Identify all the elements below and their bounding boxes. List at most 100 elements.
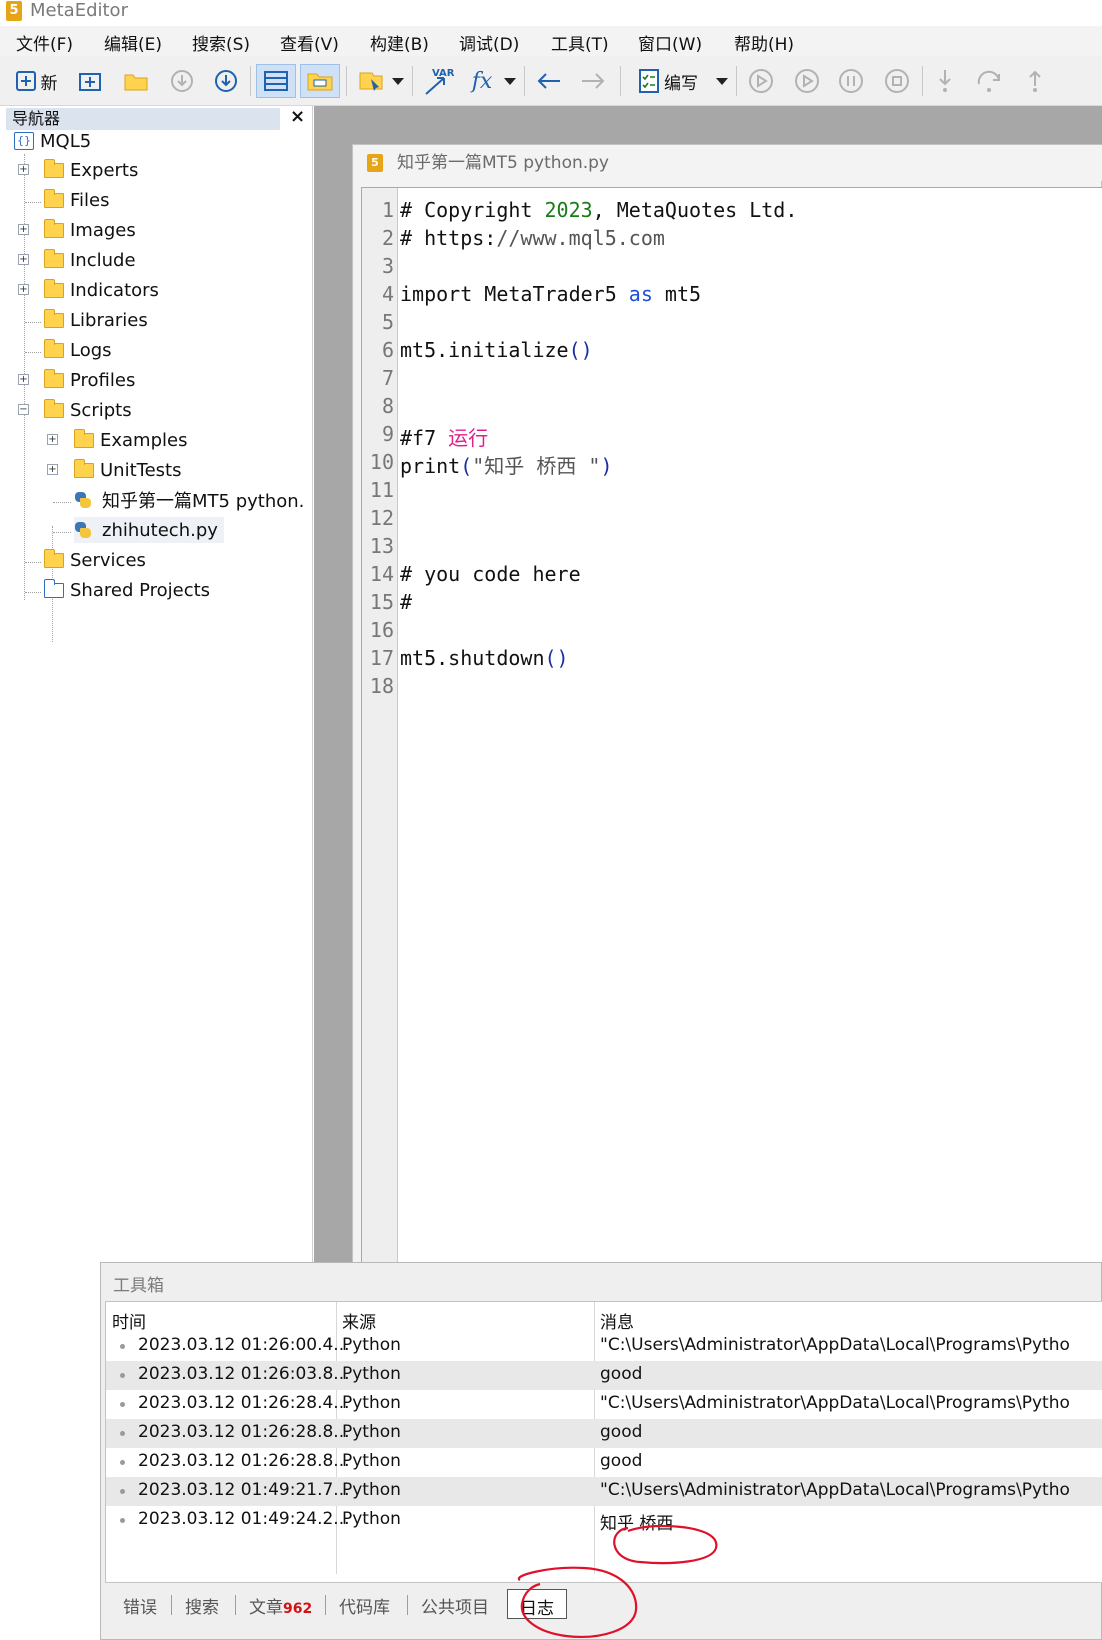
toolbar-separator xyxy=(250,66,251,96)
expand-icon[interactable]: + xyxy=(47,464,58,475)
tab-search[interactable]: 搜索 xyxy=(185,1593,219,1618)
function-dropdown-caret[interactable] xyxy=(504,78,516,85)
toolbox-toggle-button[interactable] xyxy=(300,64,340,98)
tree-guide xyxy=(25,322,41,323)
styler-dropdown-caret[interactable] xyxy=(392,78,404,85)
download-button[interactable] xyxy=(166,64,198,98)
menu-file[interactable]: 文件(F) xyxy=(16,30,73,55)
navigator-toggle-button[interactable] xyxy=(256,64,296,98)
tab-errors[interactable]: 错误 xyxy=(123,1593,157,1618)
tree-item-indicators[interactable]: Indicators xyxy=(44,277,159,303)
styler-icon xyxy=(359,72,383,91)
start-debug-button[interactable] xyxy=(790,64,824,98)
folder-icon xyxy=(44,368,64,388)
menu-window[interactable]: 窗口(W) xyxy=(638,30,702,55)
step-into-button[interactable] xyxy=(930,64,960,98)
column-header-time[interactable]: 时间 xyxy=(112,1308,146,1333)
tree-item-zhihu-script[interactable]: 知乎第一篇MT5 python. xyxy=(74,487,304,513)
table-row[interactable]: 2023.03.12 01:26:28.8... Python good xyxy=(106,1419,1102,1448)
tree-guide xyxy=(25,202,41,203)
tree-label: Images xyxy=(70,219,136,241)
line-number: 17 xyxy=(369,646,394,670)
tree-item-libraries[interactable]: Libraries xyxy=(44,307,148,333)
navigator-close-icon[interactable]: × xyxy=(290,106,305,127)
menu-tools[interactable]: 工具(T) xyxy=(551,30,609,55)
table-row[interactable]: 2023.03.12 01:26:28.8... Python good xyxy=(106,1448,1102,1477)
expand-icon[interactable]: + xyxy=(47,434,58,445)
log-source: Python xyxy=(342,1335,401,1355)
code-token: () xyxy=(544,646,569,670)
log-source: Python xyxy=(342,1393,401,1413)
navigate-back-button[interactable] xyxy=(532,64,566,98)
step-out-button[interactable] xyxy=(1020,64,1050,98)
code-editor[interactable]: 1 2 3 4 5 6 7 8 9 10 11 12 13 14 15 16 1… xyxy=(361,187,1102,1265)
insert-function-button[interactable]: fx xyxy=(464,64,500,98)
line-number: 9 xyxy=(381,422,394,446)
insert-variable-button[interactable]: VAR xyxy=(420,64,456,98)
tab-articles[interactable]: 文章962 xyxy=(249,1593,312,1618)
log-time: 2023.03.12 01:49:21.7... xyxy=(138,1480,350,1500)
expand-icon[interactable]: + xyxy=(18,374,29,385)
tree-item-shared-projects[interactable]: Shared Projects xyxy=(44,577,210,603)
column-header-message[interactable]: 消息 xyxy=(600,1308,634,1333)
table-row[interactable]: 2023.03.12 01:26:28.4... Python "C:\Users\… xyxy=(106,1390,1102,1419)
navigate-forward-button[interactable] xyxy=(576,64,610,98)
menu-build[interactable]: 构建(B) xyxy=(370,30,429,55)
compile-dropdown-caret[interactable] xyxy=(716,78,728,85)
table-row[interactable]: 2023.03.12 01:49:21.7... Python "C:\Users\… xyxy=(106,1477,1102,1506)
line-number: 14 xyxy=(369,562,394,586)
table-row[interactable]: 2023.03.12 01:26:00.4... Python "C:\Users\… xyxy=(106,1332,1102,1361)
tree-item-profiles[interactable]: Profiles xyxy=(44,367,135,393)
tree-item-images[interactable]: Images xyxy=(44,217,136,243)
tree-item-zhihutech[interactable]: zhihutech.py xyxy=(74,517,224,543)
tab-public-projects[interactable]: 公共项目 xyxy=(421,1593,489,1618)
log-message: good xyxy=(600,1451,643,1471)
expand-icon[interactable]: + xyxy=(18,254,29,265)
line-number: 11 xyxy=(369,478,394,502)
tree-item-services[interactable]: Services xyxy=(44,547,146,573)
step-over-button[interactable] xyxy=(972,64,1006,98)
tree-item-experts[interactable]: Experts xyxy=(44,157,138,183)
expand-icon[interactable]: + xyxy=(18,284,29,295)
title-bar: 5 MetaEditor xyxy=(0,0,1102,26)
expand-icon[interactable]: + xyxy=(18,224,29,235)
tree-item-examples[interactable]: Examples xyxy=(74,427,187,453)
tree-item-logs[interactable]: Logs xyxy=(44,337,112,363)
log-time: 2023.03.12 01:49:24.2... xyxy=(138,1509,350,1529)
tree-item-include[interactable]: Include xyxy=(44,247,136,273)
compile-label: 编写 xyxy=(664,73,698,94)
new-project-button[interactable] xyxy=(74,64,106,98)
menu-view[interactable]: 查看(V) xyxy=(280,30,339,55)
tab-articles-label: 文章 xyxy=(249,1598,283,1618)
download-all-button[interactable] xyxy=(210,64,242,98)
start-history-button[interactable] xyxy=(744,64,778,98)
styler-button[interactable] xyxy=(354,64,388,98)
open-button[interactable] xyxy=(120,64,152,98)
tree-item-unittests[interactable]: UnitTests xyxy=(74,457,181,483)
log-source: Python xyxy=(342,1364,401,1384)
editor-tab-title[interactable]: 5 知乎第一篇MT5 python.py xyxy=(353,145,1102,181)
menu-debug[interactable]: 调试(D) xyxy=(459,30,519,55)
line-number: 13 xyxy=(369,534,394,558)
collapse-icon[interactable]: − xyxy=(18,404,29,415)
folder-icon xyxy=(44,278,64,298)
new-file-button[interactable]: 新 xyxy=(8,64,64,98)
metaeditor-file-icon: 5 xyxy=(367,154,383,172)
stop-button[interactable] xyxy=(880,64,914,98)
table-row[interactable]: 2023.03.12 01:49:24.2... Python 知乎 桥西 xyxy=(106,1506,1102,1535)
tab-separator xyxy=(171,1595,172,1615)
menu-search[interactable]: 搜索(S) xyxy=(192,30,250,55)
compile-button[interactable]: 编写 xyxy=(630,64,706,98)
pause-button[interactable] xyxy=(834,64,868,98)
expand-icon[interactable]: + xyxy=(18,164,29,175)
tree-item-scripts[interactable]: Scripts xyxy=(44,397,132,423)
menu-help[interactable]: 帮助(H) xyxy=(734,30,794,55)
tree-root-mql5[interactable]: {} MQL5 xyxy=(14,128,91,154)
tab-journal[interactable]: 日志 xyxy=(507,1589,567,1619)
table-row[interactable]: 2023.03.12 01:26:03.8... Python good xyxy=(106,1361,1102,1390)
tab-codebase[interactable]: 代码库 xyxy=(339,1593,390,1618)
menu-edit[interactable]: 编辑(E) xyxy=(104,30,162,55)
tree-item-files[interactable]: Files xyxy=(44,187,110,213)
journal-log-table: 时间 来源 消息 2023.03.12 01:26:00.4... Python "… xyxy=(105,1301,1102,1583)
column-header-source[interactable]: 来源 xyxy=(342,1308,376,1333)
